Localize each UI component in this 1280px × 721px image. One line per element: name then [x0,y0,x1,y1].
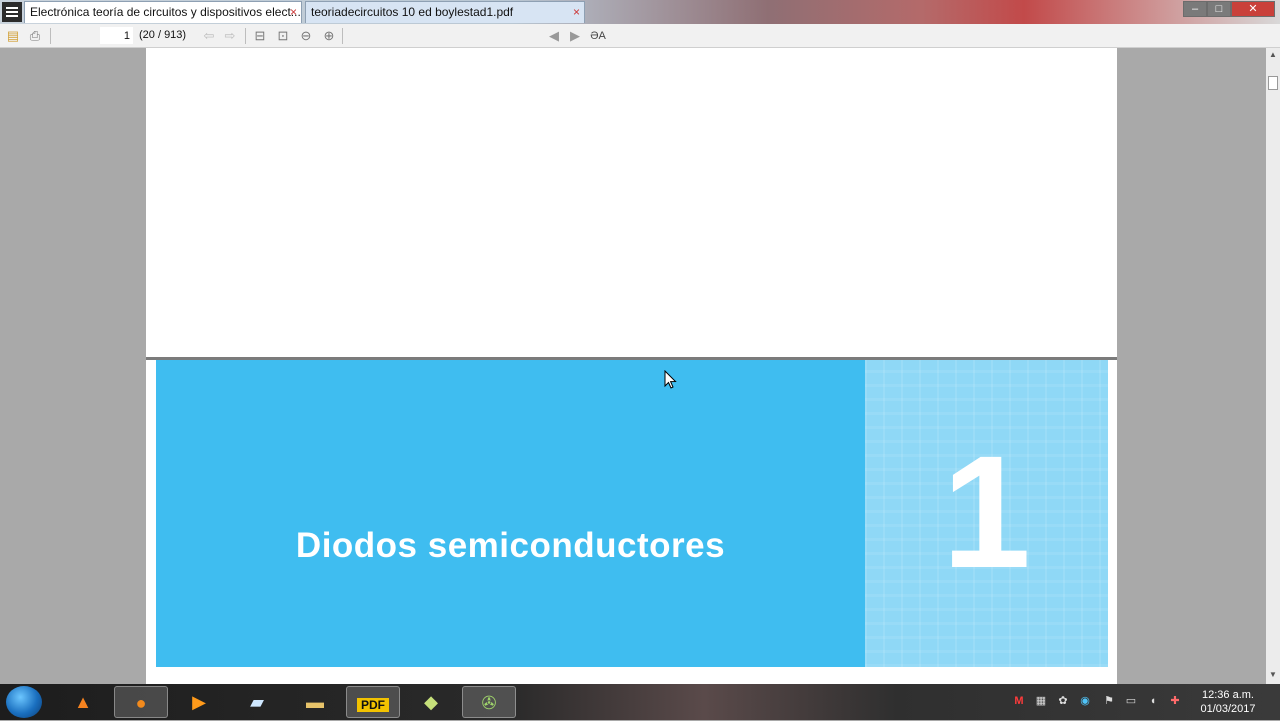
scroll-down-icon[interactable]: ▼ [1266,668,1280,682]
open-icon[interactable]: ▤ [5,28,21,44]
antivirus-icon[interactable]: ✿ [1056,694,1070,708]
pdf-page-current: Diodos semiconductores 1 [146,360,1117,684]
media-player-icon[interactable]: ▶ [172,686,226,718]
taskbar: ▲ ● ▶ ▰ ▬ PDF ◆ ✇ M ▦ ✿ ◉ ⚑ ▭ ◖ ✚ 12:36 … [0,684,1280,720]
tab-label: Electrónica teoría de circuitos y dispos… [30,5,301,19]
notepad-icon[interactable]: ▰ [230,686,284,718]
back-icon[interactable]: ◀ [546,28,562,44]
title-bar: Electrónica teoría de circuitos y dispos… [0,0,1280,24]
power-icon[interactable]: ▭ [1124,694,1138,708]
firefox-icon[interactable]: ● [114,686,168,718]
maximize-button[interactable]: □ [1207,1,1231,17]
tab-teoriadecircuitos[interactable]: teoriadecircuitos 10 ed boylestad1.pdf × [305,1,585,23]
system-clock[interactable]: 12:36 a.m. 01/03/2017 [1193,688,1263,716]
mcafee-icon[interactable]: M [1012,694,1026,708]
start-button-icon[interactable] [6,686,42,718]
vlc-icon[interactable]: ▲ [56,686,110,718]
page-count: (20 / 913) [139,29,187,41]
scroll-up-icon[interactable]: ▲ [1266,48,1280,62]
chapter-title: Diodos semiconductores [295,526,726,565]
vertical-scrollbar[interactable]: ▲ ▼ [1266,48,1280,684]
close-tab-icon[interactable]: × [573,2,580,23]
pdf-page-previous [146,48,1117,357]
zoom-out-icon[interactable]: ⊖ [298,28,314,44]
close-window-button[interactable]: ✕ [1231,1,1275,17]
sticky-notes-icon[interactable]: ◆ [404,686,458,718]
mouse-cursor-icon [664,370,677,389]
scroll-thumb[interactable] [1268,76,1278,90]
prev-page-icon[interactable]: ⇦ [201,28,217,44]
chapter-circuit-image: 1 [865,360,1108,667]
network-icon[interactable]: ▦ [1034,694,1048,708]
fit-width-icon[interactable]: ⊟ [252,28,268,44]
volume-icon[interactable]: ◉ [1078,694,1092,708]
minimize-button[interactable]: – [1183,1,1207,17]
text-select-icon[interactable]: ƏA [590,28,606,44]
chapter-number: 1 [942,422,1031,601]
page-number-input[interactable]: 1 [100,27,133,44]
chapter-banner: Diodos semiconductores [156,360,865,667]
file-explorer-icon[interactable]: ▬ [288,686,342,718]
clock-date: 01/03/2017 [1200,703,1256,715]
pdf-toolbar: ▤ ⎙ 1 (20 / 913) ⇦ ⇨ ⊟ ⊡ ⊖ ⊕ ◀ ▶ ƏA [0,24,1280,48]
next-page-icon[interactable]: ⇨ [222,28,238,44]
speaker-icon[interactable]: ◖ [1146,694,1160,708]
pdf-reader-icon[interactable]: PDF [346,686,400,718]
tab-label: teoriadecircuitos 10 ed boylestad1.pdf [311,5,514,19]
print-icon[interactable]: ⎙ [27,28,43,44]
clock-time: 12:36 a.m. [1202,689,1254,701]
toolbar-separator [342,28,343,44]
security-icon[interactable]: ✚ [1168,694,1182,708]
page-bottom [156,667,1108,684]
fit-page-icon[interactable]: ⊡ [275,28,291,44]
toolbar-separator [50,28,51,44]
close-tab-icon[interactable]: × [290,2,297,23]
tab-electronica[interactable]: Electrónica teoría de circuitos y dispos… [24,1,302,23]
hamburger-menu-icon[interactable] [2,2,22,22]
forward-icon[interactable]: ▶ [567,28,583,44]
document-viewer[interactable]: Diodos semiconductores 1 [0,48,1266,684]
zoom-in-icon[interactable]: ⊕ [321,28,337,44]
toolbar-separator [245,28,246,44]
media-tool-icon[interactable]: ✇ [462,686,516,718]
flag-icon[interactable]: ⚑ [1102,694,1116,708]
